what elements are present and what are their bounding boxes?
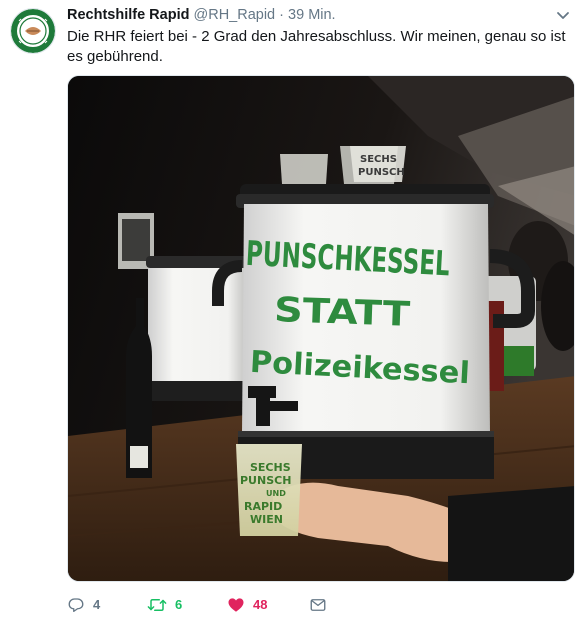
cup-text-2: PUNSCH <box>240 474 291 487</box>
kettle-text-statt: STATT <box>273 290 411 335</box>
cup-text-5: WIEN <box>250 513 283 526</box>
like-button[interactable]: 48 <box>227 594 267 616</box>
tweet-actions: 4 6 48 <box>67 594 567 616</box>
top-cup-text-1: SECHS <box>360 154 397 165</box>
chevron-down-icon[interactable] <box>556 10 570 22</box>
tweet-text: Die RHR feiert bei - 2 Grad den Jahresab… <box>67 28 566 65</box>
heart-icon <box>228 598 244 612</box>
tweet-photo[interactable]: SECHS PUNSCH PUNSCHKESSEL STATT Polizeik… <box>67 75 575 582</box>
retweet-count: 6 <box>175 597 183 612</box>
cup-text-3: UND <box>266 489 286 498</box>
direct-message-icon <box>310 599 326 611</box>
cup-text-1: SECHS <box>250 461 291 474</box>
retweet-icon <box>147 599 167 611</box>
rechtshilfe-rapid-logo <box>11 9 55 53</box>
top-cup-text-2: PUNSCH <box>358 167 405 178</box>
display-name[interactable]: Rechtshilfe Rapid <box>67 7 189 23</box>
cup-text-4: RAPID <box>244 500 282 513</box>
timestamp[interactable]: 39 Min. <box>288 7 336 23</box>
separator-dot: · <box>279 7 284 23</box>
reply-count: 4 <box>93 597 101 612</box>
like-count: 48 <box>253 597 268 612</box>
photo-punschkessel: SECHS PUNSCH PUNSCHKESSEL STATT Polizeik… <box>68 76 574 581</box>
reply-button[interactable]: 4 <box>67 594 100 616</box>
tweet[interactable]: Rechtshilfe Rapid @RH_Rapid · 39 Min. Di… <box>0 0 584 623</box>
direct-message-button[interactable] <box>309 594 327 616</box>
reply-icon <box>68 598 84 613</box>
tweet-header: Rechtshilfe Rapid @RH_Rapid · 39 Min. <box>67 7 336 23</box>
user-handle[interactable]: @RH_Rapid <box>194 7 276 23</box>
avatar[interactable] <box>10 8 56 54</box>
retweet-button[interactable]: 6 <box>147 594 182 616</box>
